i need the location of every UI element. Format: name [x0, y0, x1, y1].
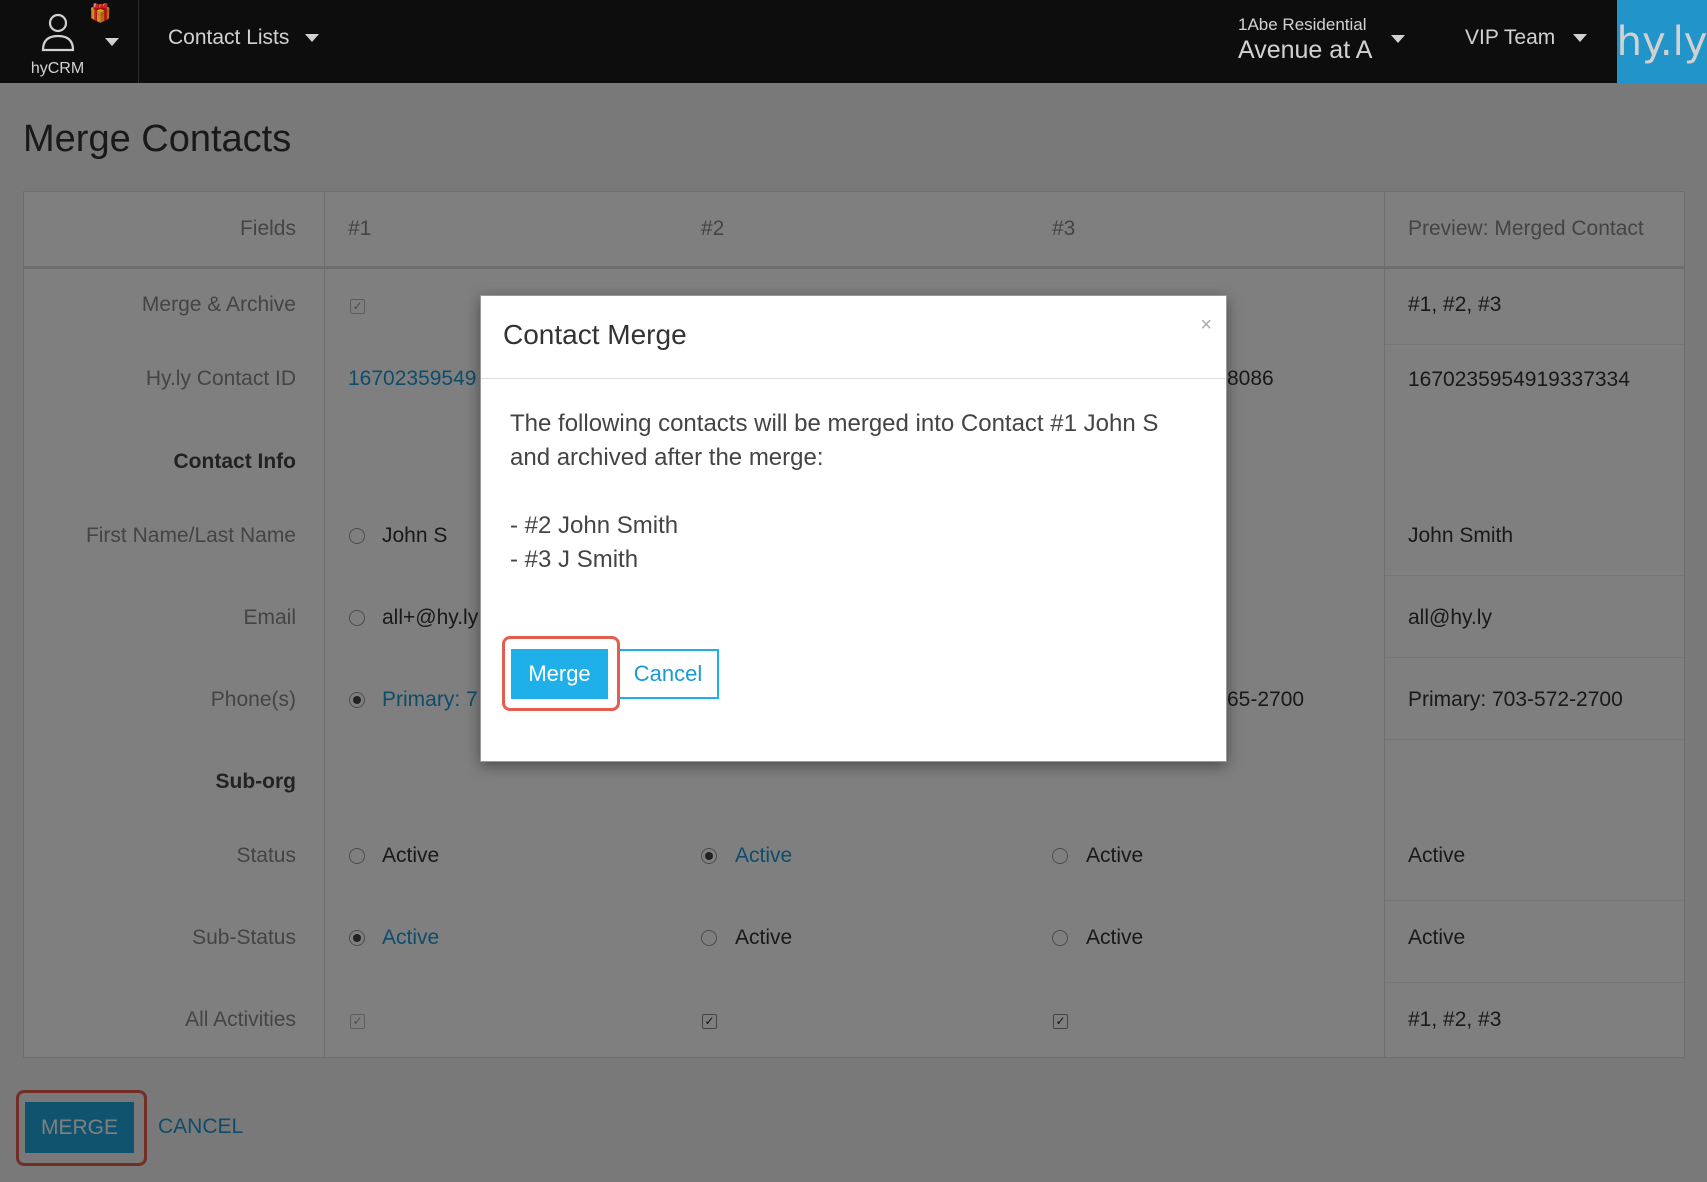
merge-list: - #2 John Smith - #3 J Smith	[510, 509, 1200, 577]
dialog-cancel-button[interactable]: Cancel	[617, 649, 719, 699]
dialog-message: The following contacts will be merged in…	[510, 410, 1159, 471]
dialog-divider	[481, 378, 1226, 379]
navbar-backdrop	[0, 0, 1707, 83]
contact-merge-dialog: Contact Merge × The following contacts w…	[480, 295, 1227, 762]
merge-list-item: - #3 J Smith	[510, 546, 639, 573]
close-icon[interactable]: ×	[1200, 314, 1212, 337]
dialog-title: Contact Merge	[503, 319, 687, 350]
dialog-merge-highlight	[502, 636, 620, 711]
dialog-body: The following contacts will be merged in…	[510, 407, 1200, 577]
merge-list-item: - #2 John Smith	[510, 512, 679, 539]
